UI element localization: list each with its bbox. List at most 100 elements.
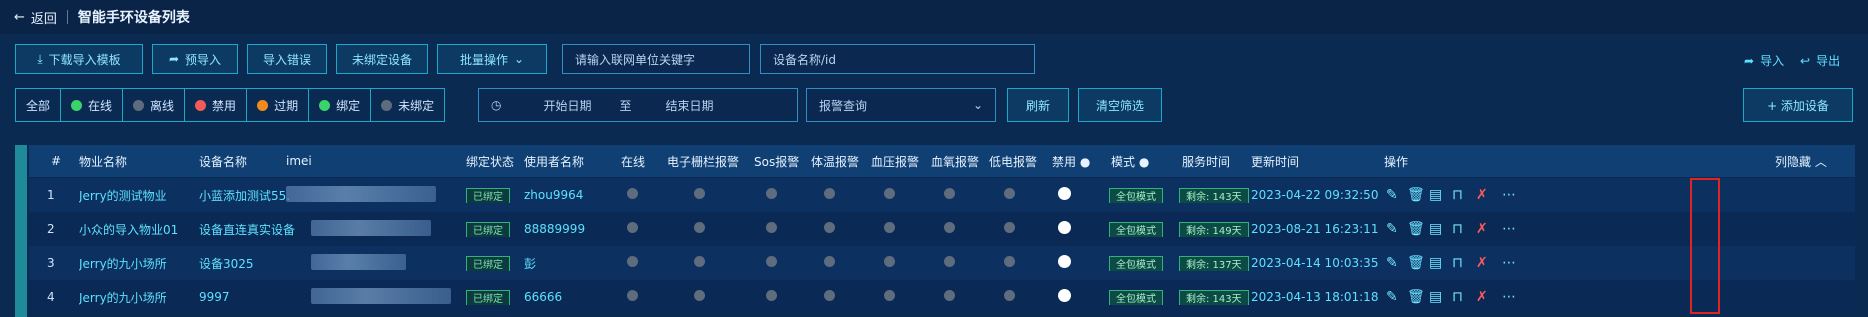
mode-badge: 全包模式 [1109, 221, 1163, 237]
date-range-picker[interactable]: ◷ 开始日期 至 结束日期 [478, 88, 798, 122]
spo2-alarm-indicator [944, 222, 955, 236]
status-dot-icon [195, 99, 207, 111]
filter-disabled[interactable]: 禁用 [185, 89, 248, 121]
back-button[interactable]: ← 返回 [14, 8, 57, 27]
ban-toggle[interactable] [1058, 187, 1071, 203]
refresh-button[interactable]: 刷新 [1007, 88, 1069, 122]
edit-icon[interactable]: ✎ [1386, 289, 1398, 305]
unbound-devices-button[interactable]: 未绑定设备 [336, 44, 428, 74]
ban-toggle[interactable] [1058, 255, 1071, 271]
remain-badge: 剩余: 143天 [1179, 187, 1249, 203]
edit-icon[interactable]: ✎ [1386, 255, 1398, 271]
import-link[interactable]: ➦ 导入 [1744, 52, 1784, 69]
chevron-down-icon: ⌄ [513, 52, 525, 66]
table-row[interactable]: 2 小众的导入物业01 设备直连真实设备 已绑定 88889999 全包模式 剩… [29, 212, 1855, 246]
trash-icon[interactable]: 🗑 [1407, 255, 1425, 271]
table-row[interactable]: 4 Jerry的九小场所 9997 已绑定 66666 全包模式 剩余: 143… [29, 280, 1855, 314]
trash-icon[interactable]: 🗑 [1407, 289, 1425, 305]
highlight-box [1690, 178, 1720, 314]
download-template-button[interactable]: ⤓ 下载导入模板 [15, 44, 143, 74]
bind-badge: 已绑定 [466, 289, 510, 305]
edit-icon[interactable]: ✎ [1386, 221, 1398, 237]
arrow-left-icon: ← [14, 9, 25, 25]
batch-ops-button[interactable]: 批量操作 ⌄ [437, 44, 547, 74]
ban-toggle[interactable] [1058, 289, 1071, 305]
imei-redacted [311, 287, 451, 307]
back-label: 返回 [30, 11, 57, 27]
document-icon[interactable]: ▤ [1429, 255, 1442, 271]
status-dot-icon [381, 99, 393, 111]
fence-alarm-indicator [694, 188, 705, 202]
bind-badge: 已绑定 [466, 187, 510, 203]
bp-alarm-indicator [884, 290, 895, 304]
filter-expired[interactable]: 过期 [247, 89, 310, 121]
device-table: # 物业名称 设备名称 imei 绑定状态 使用者名称 在线 电子栅栏报警 So… [15, 145, 1855, 317]
filter-unbound[interactable]: 未绑定 [371, 89, 444, 121]
unbind-user-icon[interactable]: ✗ [1476, 255, 1488, 271]
more-icon[interactable]: ⋯ [1502, 255, 1516, 271]
document-icon[interactable]: ▤ [1429, 187, 1442, 203]
unlock-icon[interactable]: ⊓ [1452, 187, 1463, 203]
filter-offline[interactable]: 离线 [123, 89, 186, 121]
remain-badge: 剩余: 137天 [1179, 255, 1249, 271]
imei-redacted [311, 219, 431, 239]
filter-online[interactable]: 在线 [61, 89, 124, 121]
more-icon[interactable]: ⋯ [1502, 221, 1516, 237]
trash-icon[interactable]: 🗑 [1407, 187, 1425, 203]
imei-redacted [311, 253, 406, 273]
unbind-user-icon[interactable]: ✗ [1476, 187, 1488, 203]
battery-alarm-indicator [1004, 256, 1015, 270]
battery-alarm-indicator [1004, 222, 1015, 236]
bp-alarm-indicator [884, 188, 895, 202]
table-accent-bar [15, 145, 27, 317]
pre-import-button[interactable]: ➦ 预导入 [152, 44, 238, 74]
download-icon: ⤓ [37, 51, 43, 66]
spo2-alarm-indicator [944, 256, 955, 270]
spo2-alarm-indicator [944, 188, 955, 202]
sos-alarm-indicator [766, 256, 777, 270]
bp-alarm-indicator [884, 222, 895, 236]
status-dot-icon [257, 99, 269, 111]
remain-badge: 剩余: 143天 [1179, 289, 1249, 305]
remain-badge: 剩余: 149天 [1179, 221, 1249, 237]
fence-alarm-indicator [694, 256, 705, 270]
fence-alarm-indicator [694, 222, 705, 236]
unlock-icon[interactable]: ⊓ [1452, 289, 1463, 305]
add-device-button[interactable]: + 添加设备 [1743, 88, 1853, 122]
temp-alarm-indicator [824, 256, 835, 270]
clear-filter-button[interactable]: 清空筛选 [1078, 88, 1162, 122]
unlock-icon[interactable]: ⊓ [1452, 221, 1463, 237]
document-icon[interactable]: ▤ [1429, 289, 1442, 305]
ban-toggle[interactable] [1058, 221, 1071, 237]
unbind-user-icon[interactable]: ✗ [1476, 221, 1488, 237]
share-arrow-icon: ➦ [168, 52, 180, 66]
status-dot-icon [71, 99, 83, 111]
more-icon[interactable]: ⋯ [1502, 187, 1516, 203]
alarm-query-select[interactable]: 报警查询 ⌄ [806, 88, 996, 122]
filter-bound[interactable]: 绑定 [309, 89, 372, 121]
more-icon[interactable]: ⋯ [1502, 289, 1516, 305]
share-arrow-icon: ➦ [1744, 53, 1755, 68]
device-search-input[interactable]: 设备名称/id [760, 44, 1035, 74]
spo2-alarm-indicator [944, 290, 955, 304]
info-icon: ● [1138, 154, 1150, 169]
hide-columns-toggle[interactable]: 列隐藏 ︿ [1775, 153, 1827, 170]
online-indicator [627, 256, 638, 270]
unlock-icon[interactable]: ⊓ [1452, 255, 1463, 271]
table-row[interactable]: 3 Jerry的九小场所 设备3025 已绑定 彭 全包模式 剩余: 137天 … [29, 246, 1855, 280]
mode-badge: 全包模式 [1109, 187, 1163, 203]
import-error-button[interactable]: 导入错误 [247, 44, 327, 74]
unbind-user-icon[interactable]: ✗ [1476, 289, 1488, 305]
online-indicator [627, 290, 638, 304]
unit-search-input[interactable]: 请输入联网单位关键字 [562, 44, 750, 74]
temp-alarm-indicator [824, 222, 835, 236]
reply-arrow-icon: ↩ [1800, 53, 1811, 68]
filter-all[interactable]: 全部 [16, 89, 62, 121]
page-title: 智能手环设备列表 [77, 10, 190, 26]
document-icon[interactable]: ▤ [1429, 221, 1442, 237]
export-link[interactable]: ↩ 导出 [1800, 52, 1840, 69]
edit-icon[interactable]: ✎ [1386, 187, 1398, 203]
battery-alarm-indicator [1004, 290, 1015, 304]
table-row[interactable]: 1 Jerry的测试物业 小蓝添加测试55... 已绑定 zhou9964 全包… [29, 178, 1855, 212]
trash-icon[interactable]: 🗑 [1407, 221, 1425, 237]
